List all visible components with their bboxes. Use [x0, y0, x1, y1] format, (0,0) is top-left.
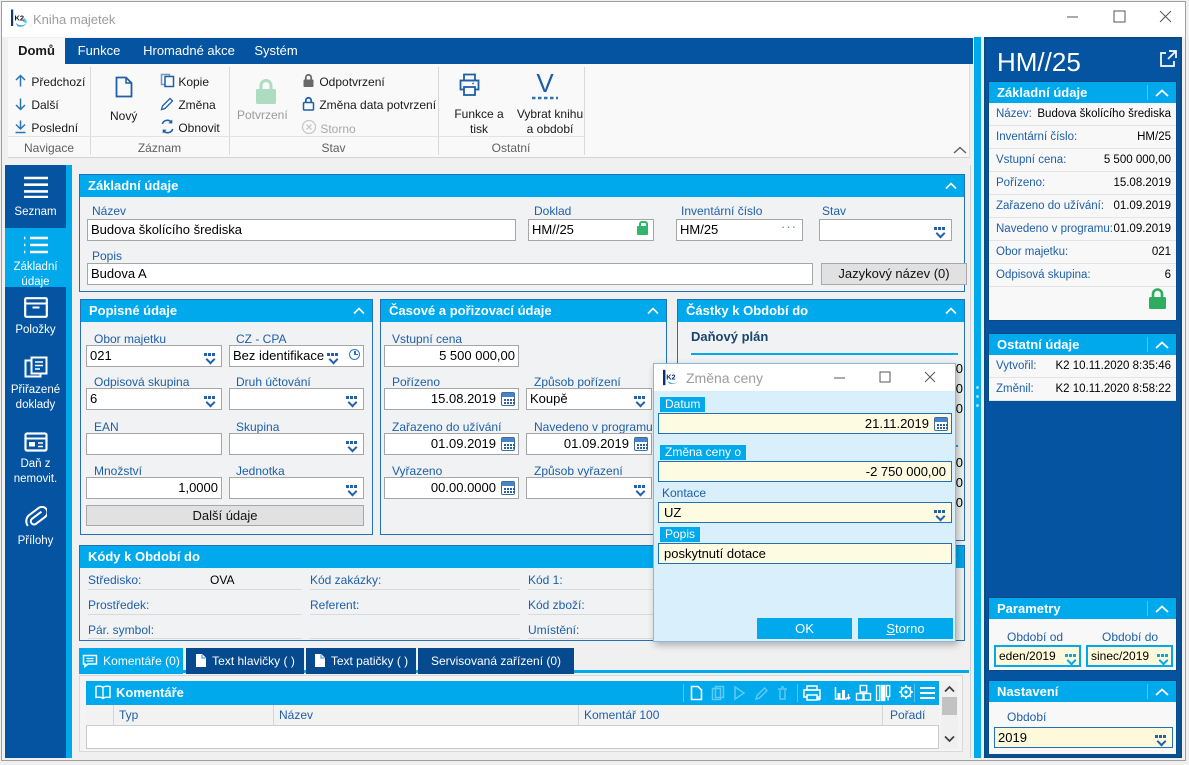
svg-text:K2: K2	[666, 373, 675, 382]
svg-text:K2: K2	[15, 14, 25, 23]
svg-text:V: V	[536, 68, 554, 98]
